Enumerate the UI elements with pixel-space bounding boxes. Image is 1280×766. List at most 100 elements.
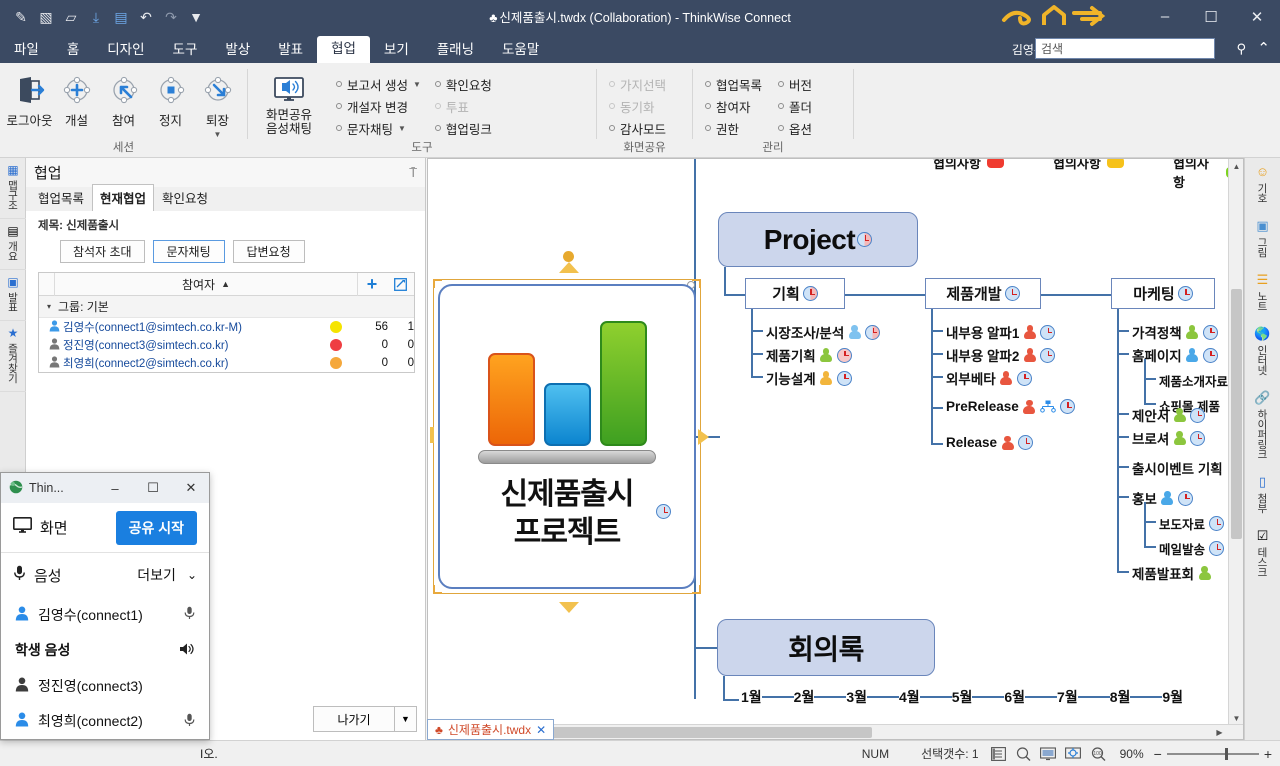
close-button[interactable]: ✕ [1234,0,1280,33]
list-item[interactable]: 정진영(connect3) [1,668,209,704]
cut-node-top-1[interactable]: 협의사항 [933,159,1004,172]
create-session-button[interactable]: 개설 [53,68,100,129]
mindmap-leaf-brochure[interactable]: 브로셔 [1132,428,1206,448]
fit-view-icon[interactable] [1064,745,1083,762]
mindmap-leaf-launch-event[interactable]: 출시이벤트 기획 [1132,458,1223,478]
collapse-ribbon-icon[interactable]: ⌃ [1257,39,1270,57]
list-item[interactable]: 김영수(connect1) [1,597,209,633]
zoom-100-icon[interactable]: 100 [1089,745,1108,762]
share-dialog-maximize-button[interactable]: ☐ [137,473,169,503]
undo-icon[interactable]: ↶ [137,8,155,26]
mic-icon[interactable] [184,606,195,623]
logout-button[interactable]: 로그아웃 [6,68,53,129]
change-owner-button[interactable]: 개설자 변경 [334,95,427,117]
mindmap-leaf-prerelease[interactable]: PreRelease [946,399,1075,414]
add-sibling-above-icon[interactable] [559,262,579,273]
right-tab-attachment[interactable]: ▯ 첨부 [1245,468,1280,522]
search-icon[interactable]: ⚲ [1236,41,1246,57]
exit-collab-button[interactable]: 나가기 [313,706,395,732]
table-row[interactable]: 최영희(connect2@simtech.co.kr) 0 0 [39,354,414,372]
participant-group-row[interactable]: ▾ 그룹: 기본 [39,296,414,318]
generate-report-caret-icon[interactable]: ▼ [413,80,421,89]
redo-icon[interactable]: ↷ [162,8,180,26]
customize-quick-access-icon[interactable]: ▼ [187,8,205,26]
minimize-button[interactable]: – [1142,0,1188,33]
mindmap-node-planning[interactable]: 기획 [745,278,845,309]
right-tab-note[interactable]: ☰ 노트 [1245,266,1280,320]
maximize-button[interactable]: ☐ [1188,0,1234,33]
zoom-slider-track[interactable] [1166,747,1259,760]
timeline-month[interactable]: 6월 [1004,687,1025,707]
search-input[interactable]: 검색 [1035,38,1215,59]
menu-tab-design[interactable]: 디자인 [93,38,158,64]
timeline-month[interactable]: 3월 [846,687,867,707]
cut-node-top-2[interactable]: 협의사항 [1053,159,1124,172]
zoom-in-button[interactable]: + [1264,746,1272,762]
menu-tab-tools[interactable]: 도구 [159,38,212,64]
mindmap-node-project[interactable]: Project [718,212,918,267]
timeline-month[interactable]: 8월 [1110,687,1131,707]
mindmap-node-product-dev[interactable]: 제품개발 [925,278,1041,309]
table-row[interactable]: 정진영(connect3@simtech.co.kr) 0 0 [39,336,414,354]
list-item[interactable]: 학생 음성 [1,632,209,668]
mindmap-leaf-external-beta[interactable]: 외부베타 [946,368,1032,388]
menu-tab-help[interactable]: 도움말 [488,38,553,64]
canvas-vertical-scrollbar[interactable]: ▲ ▼ [1228,159,1243,726]
scroll-up-icon[interactable]: ▲ [1229,159,1243,174]
mindmap-leaf-internal-alpha1[interactable]: 내부용 알파1 [946,322,1056,342]
present-icon[interactable]: ▤ [112,8,130,26]
drag-dot-handle[interactable] [563,251,574,262]
share-dialog-minimize-button[interactable]: – [99,473,131,503]
stop-session-button[interactable]: 정지 [147,68,194,129]
right-tab-picture[interactable]: ▣ 그림 [1245,212,1280,266]
mindmap-leaf-product-brochure[interactable]: 제품소개자료 [1159,371,1228,390]
confirm-request-button[interactable]: 확인요청 [433,73,498,95]
invite-attendee-button[interactable]: 참석자 초대 [60,240,145,263]
pin-icon[interactable]: ⍑ [409,165,417,181]
add-sibling-below-icon[interactable] [559,602,579,613]
right-tab-hyperlink[interactable]: 🔗 하이퍼링크 [1245,384,1280,468]
mindmap-leaf-mail-send[interactable]: 메일발송 [1159,539,1225,558]
presentation-view-icon[interactable] [1039,745,1058,762]
mic-icon[interactable] [184,713,195,730]
leave-session-caret-icon[interactable]: ▼ [214,130,222,139]
menu-tab-view[interactable]: 보기 [370,38,423,64]
document-tab[interactable]: ♣ 신제품출시.twdx ✕ [427,719,555,740]
screen-share-dialog[interactable]: Thin... – ☐ ✕ 화면 공유 시작 음성 더보기 ⌄ 김영수(conn… [0,472,210,740]
mindmap-node-minutes[interactable]: 회의록 [717,619,935,676]
mindmap-leaf-internal-alpha2[interactable]: 내부용 알파2 [946,345,1056,365]
menu-tab-home[interactable]: 홈 [53,38,93,64]
collab-list-button[interactable]: 협업목록 [703,73,768,95]
outline-view-icon[interactable] [989,745,1008,762]
resize-handle-tl[interactable] [433,279,442,288]
tab-current-collab[interactable]: 현재협업 [92,184,155,211]
timeline-month[interactable]: 4월 [899,687,920,707]
close-icon[interactable]: ✕ [536,723,546,737]
zoom-out-view-icon[interactable] [1014,745,1033,762]
text-chat-caret-icon[interactable]: ▼ [398,124,406,133]
pen-icon[interactable]: ✎ [12,8,30,26]
open-folder-icon[interactable]: ▱ [62,8,80,26]
text-chat-button[interactable]: 문자채팅 ▼ [334,117,427,139]
mindmap-leaf-release[interactable]: Release [946,435,1034,450]
screen-share-voice-chat-button[interactable]: 화면공유 음성채팅 [254,68,324,136]
text-chat-panel-button[interactable]: 문자채팅 [152,240,225,263]
collab-link-button[interactable]: 협업링크 [433,117,498,139]
chevron-down-icon[interactable]: ⌄ [187,568,197,582]
mindmap-canvas[interactable]: 협의사항 협의사항 협의사항 신제품출시 프로젝트 Project 기획 시장조… [427,158,1244,740]
permissions-button[interactable]: 권한 [703,117,768,139]
tab-collab-list[interactable]: 협업목록 [30,184,92,211]
mindmap-surface[interactable]: 협의사항 협의사항 협의사항 신제품출시 프로젝트 Project 기획 시장조… [428,159,1243,739]
mindmap-leaf-product-planning[interactable]: 제품기획 [766,345,852,365]
edit-participant-icon[interactable] [386,273,414,296]
mindmap-leaf-promotion[interactable]: 홍보 [1132,488,1193,508]
generate-report-button[interactable]: 보고서 생성 ▼ [334,73,427,95]
audit-mode-button[interactable]: 감사모드 [607,117,672,139]
save-icon[interactable]: ⤓ [87,8,105,26]
mindmap-node-marketing[interactable]: 마케팅 [1111,278,1215,309]
new-doc-icon[interactable]: ▧ [37,8,55,26]
leave-session-button[interactable]: 퇴장 ▼ [194,68,241,139]
more-options-label[interactable]: 더보기 [137,565,176,585]
mindmap-leaf-feature-design[interactable]: 기능설계 [766,368,852,388]
menu-tab-collaboration[interactable]: 협업 [317,35,370,63]
